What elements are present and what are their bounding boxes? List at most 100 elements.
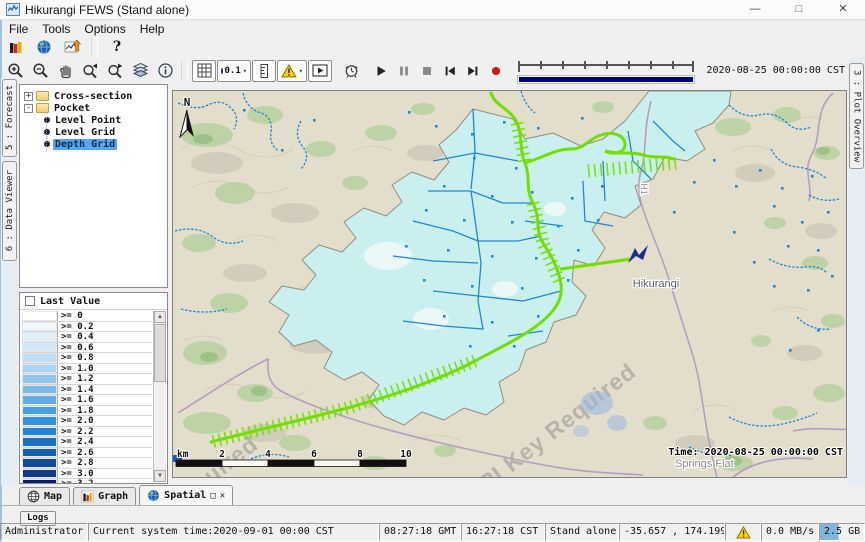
- tree-guide-line: [46, 117, 47, 151]
- time-slider[interactable]: [518, 60, 694, 82]
- legend-row[interactable]: >= 0: [22, 311, 152, 322]
- pause-icon[interactable]: [393, 59, 415, 83]
- legend-row[interactable]: >= 1.8: [22, 406, 152, 417]
- legend-row[interactable]: >= 1.0: [22, 364, 152, 375]
- tab-graph[interactable]: Graph: [73, 487, 136, 505]
- minimize-icon[interactable]: —: [733, 0, 777, 19]
- zoom-out-icon[interactable]: [28, 59, 52, 83]
- tree-item-pocket[interactable]: - Pocket: [20, 102, 167, 114]
- class-breaks-value: 0.1: [225, 66, 241, 76]
- warning-icon: [736, 526, 751, 539]
- title-bar: Hikurangi FEWS (Stand alone) — □ ✕: [0, 0, 865, 20]
- legend-swatch: [22, 343, 58, 353]
- tree-item-level-point[interactable]: Level Point: [20, 114, 167, 126]
- logs-row: Logs: [0, 507, 865, 523]
- info-icon[interactable]: [153, 59, 177, 83]
- legend-row[interactable]: >= 3.0: [22, 469, 152, 480]
- class-breaks-dropdown[interactable]: 0.1 ▾: [217, 60, 251, 82]
- tab-close-icon[interactable]: ✕: [220, 491, 225, 501]
- time-slider-range[interactable]: [518, 76, 694, 83]
- legend-row[interactable]: >= 0.8: [22, 353, 152, 364]
- zoom-next-icon[interactable]: [103, 59, 127, 83]
- tab-maximize-icon[interactable]: □: [210, 491, 215, 501]
- toolbar-separator: [181, 61, 188, 81]
- last-value-checkbox[interactable]: [25, 296, 35, 306]
- legend-row[interactable]: >= 0.4: [22, 332, 152, 343]
- layer-bullet-icon: [44, 129, 50, 135]
- legend-row[interactable]: >= 2.2: [22, 427, 152, 438]
- legend-swatch: [22, 479, 58, 484]
- warning-threshold-dropdown[interactable]: ▾: [277, 60, 307, 82]
- pan-hand-icon[interactable]: [53, 59, 77, 83]
- tab-map[interactable]: Map: [19, 487, 70, 505]
- tab-forecast[interactable]: 5 : Forecast: [2, 79, 17, 157]
- zoom-previous-icon[interactable]: [78, 59, 102, 83]
- step-back-icon[interactable]: [439, 59, 461, 83]
- status-warning[interactable]: [725, 523, 761, 541]
- status-mode: Stand alone: [545, 523, 619, 541]
- tree-item-cross-section[interactable]: + Cross-section: [20, 90, 167, 102]
- animation-panel-icon[interactable]: [308, 60, 332, 82]
- menu-file[interactable]: File: [4, 22, 37, 36]
- layers-icon[interactable]: [128, 59, 152, 83]
- scroll-down-icon[interactable]: ▼: [154, 470, 166, 482]
- legend-swatch: [22, 469, 58, 479]
- expand-icon[interactable]: +: [24, 92, 33, 101]
- legend-row[interactable]: >= 1.6: [22, 395, 152, 406]
- legend-row[interactable]: >= 0.6: [22, 343, 152, 354]
- globe-map-icon[interactable]: [32, 35, 56, 59]
- legend-title: Last Value: [40, 296, 100, 307]
- legend-swatch: [22, 385, 58, 395]
- selected-layer: Depth Grid: [53, 139, 117, 150]
- menu-tools[interactable]: Tools: [37, 22, 79, 36]
- timer-icon[interactable]: [339, 59, 363, 83]
- maximize-icon[interactable]: □: [777, 0, 821, 19]
- layer-panel: + Cross-section - Pocket Level Point Lev…: [19, 84, 168, 484]
- legend-row[interactable]: >= 2.6: [22, 448, 152, 459]
- legend-scrollbar[interactable]: ▲ ▼: [153, 311, 166, 482]
- scrollbar-thumb[interactable]: [154, 324, 166, 382]
- town-label-2: Springs Flat: [675, 458, 734, 470]
- tab-data-viewer[interactable]: 6 : Data Viewer: [2, 161, 17, 261]
- scroll-up-icon[interactable]: ▲: [154, 311, 166, 323]
- legend-row[interactable]: >= 0.2: [22, 322, 152, 333]
- menu-help[interactable]: Help: [135, 22, 174, 36]
- step-forward-icon[interactable]: [462, 59, 484, 83]
- tree-item-level-grid[interactable]: Level Grid: [20, 126, 167, 138]
- legend-row[interactable]: >= 1.4: [22, 385, 152, 396]
- folder-icon: [36, 91, 49, 101]
- help-icon[interactable]: ?: [105, 35, 129, 59]
- explorer-icon[interactable]: [4, 35, 28, 59]
- legend-row[interactable]: >= 2.0: [22, 416, 152, 427]
- status-memory-gauge[interactable]: 2.5 GB: [819, 523, 865, 541]
- grid-display-icon[interactable]: [192, 60, 216, 82]
- tab-spatial[interactable]: Spatial □ ✕: [139, 485, 233, 505]
- town-label: Hikurangi: [633, 278, 679, 290]
- collapse-icon[interactable]: -: [24, 104, 33, 113]
- svg-text:8: 8: [357, 449, 363, 460]
- status-system-time: Current system time:2020-09-01 00:00 CST: [88, 523, 379, 541]
- stop-icon[interactable]: [416, 59, 438, 83]
- menu-options[interactable]: Options: [79, 22, 134, 36]
- svg-text:2: 2: [219, 449, 225, 460]
- legend-row[interactable]: >= 2.4: [22, 437, 152, 448]
- tab-plot-overview[interactable]: 3 : Plot Overview: [849, 63, 864, 169]
- scale-ruler-icon[interactable]: [252, 60, 276, 82]
- legend-swatch: [22, 395, 58, 405]
- timeseries-icon[interactable]: [60, 35, 84, 59]
- legend-row[interactable]: >= 1.2: [22, 374, 152, 385]
- tree-item-depth-grid[interactable]: Depth Grid: [20, 138, 167, 150]
- class-dot-icon: [221, 68, 223, 74]
- legend-swatch: [22, 364, 58, 374]
- legend-swatch: [22, 322, 58, 332]
- legend-row[interactable]: >= 2.8: [22, 458, 152, 469]
- map-view[interactable]: API Key Required API Key Required: [172, 90, 847, 478]
- play-icon[interactable]: [370, 59, 392, 83]
- layer-tree: + Cross-section - Pocket Level Point Lev…: [19, 84, 168, 288]
- close-icon[interactable]: ✕: [821, 0, 865, 19]
- legend-swatch: [22, 332, 58, 342]
- legend-swatch: [22, 311, 58, 321]
- record-icon[interactable]: [485, 59, 507, 83]
- legend-row[interactable]: >= 3.2: [22, 479, 152, 484]
- status-bar: Administrator Current system time:2020-0…: [0, 523, 865, 542]
